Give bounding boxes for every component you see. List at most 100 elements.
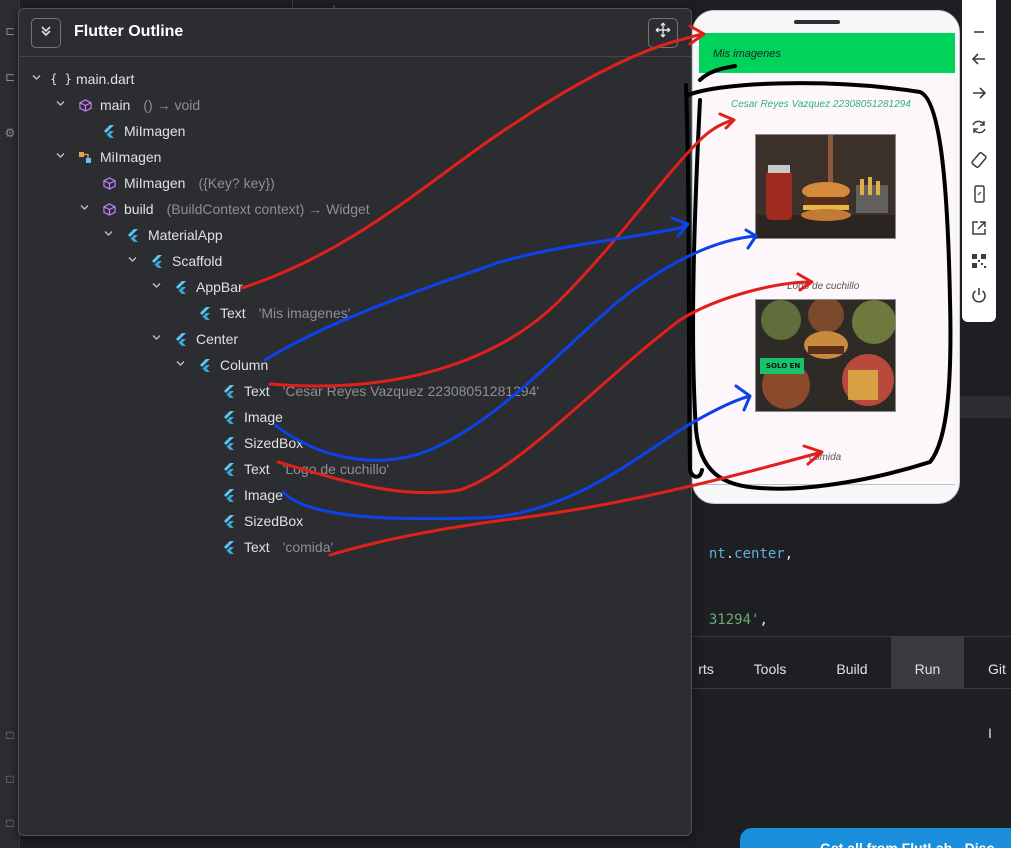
promo-text: Get all from FlutLab - Disc	[820, 840, 995, 848]
outline-tree-row[interactable]: MiImagen	[53, 144, 161, 170]
outline-header: Flutter Outline	[19, 9, 691, 57]
bottom-tool-tabs: rts Tools Build Run Git I	[692, 636, 1011, 741]
food-caption-text: comida	[809, 452, 842, 463]
flutter-widget-icon	[221, 383, 237, 399]
tree-node-name: Center	[196, 331, 239, 347]
outline-tree-row[interactable]: Scaffold	[125, 248, 222, 274]
outline-tree-row[interactable]: MiImagen	[77, 118, 185, 144]
flutter-widget-icon	[221, 461, 237, 477]
chevron-down-icon[interactable]	[149, 332, 163, 346]
power-icon[interactable]	[969, 285, 989, 305]
tree-node-name: build	[124, 201, 154, 217]
method-cube-icon	[77, 97, 93, 113]
tree-node-name: Scaffold	[172, 253, 223, 269]
outline-tree-row[interactable]: SizedBox	[197, 508, 303, 534]
flutter-widget-icon	[149, 253, 165, 269]
app-screen[interactable]: Mis imagenes Cesar Reyes Vazquez 2230805…	[699, 33, 955, 485]
flutter-widget-icon	[173, 331, 189, 347]
outline-tree-row[interactable]: Column	[173, 352, 268, 378]
chevron-down-icon[interactable]	[149, 280, 163, 294]
toolbar-icon[interactable]: □	[3, 816, 17, 830]
tree-node-detail: () → void	[143, 97, 201, 113]
tab-run[interactable]: Run	[891, 637, 964, 689]
outline-tree-row[interactable]: Text 'Mis imagenes'	[173, 300, 350, 326]
chevron-down-icon[interactable]	[53, 150, 67, 164]
badge-text: SOLO EN	[766, 362, 800, 370]
app-bar-title: Mis imagenes	[713, 48, 781, 60]
code-line: nt.center,	[708, 546, 794, 562]
burger-image	[755, 134, 896, 239]
outline-tree-row[interactable]: SizedBox	[197, 430, 303, 456]
tree-node-name: MaterialApp	[148, 227, 223, 243]
phone-icon[interactable]	[969, 184, 989, 204]
tree-node-name: MiImagen	[124, 175, 186, 191]
double-chevron-down-icon[interactable]	[31, 18, 61, 48]
tab-build[interactable]: Build	[822, 637, 882, 689]
toolbar-icon[interactable]: □	[3, 772, 17, 786]
flutter-outline-panel: Flutter Outline { } main.dart main () → voi…	[18, 8, 692, 836]
tree-node-name: main	[100, 97, 131, 113]
minimize-icon[interactable]	[969, 22, 989, 42]
rotate-device-icon[interactable]	[969, 150, 989, 170]
emulator-toolbar	[962, 0, 996, 322]
move-arrows-icon[interactable]	[648, 18, 678, 48]
rotate-icon[interactable]	[969, 117, 989, 137]
app-bar: Mis imagenes	[699, 33, 955, 73]
chevron-down-icon[interactable]	[101, 228, 115, 242]
food-image: SOLO EN	[755, 299, 896, 412]
chevron-down-icon[interactable]	[77, 202, 91, 216]
tree-node-name: SizedBox	[244, 513, 304, 529]
toolbar-icon[interactable]: □	[3, 728, 17, 742]
method-cube-icon	[101, 175, 117, 191]
back-arrow-icon[interactable]	[969, 49, 989, 69]
tree-node-name: Text	[244, 383, 270, 399]
tree-node-name: MiImagen	[100, 149, 162, 165]
outline-tree-row[interactable]: Text 'comida'	[197, 534, 333, 560]
promo-banner[interactable]: Get all from FlutLab - Disc	[740, 828, 1011, 848]
tab-tools[interactable]: Tools	[740, 637, 800, 689]
outline-tree-row[interactable]: MaterialApp	[101, 222, 223, 248]
outline-tree-row[interactable]: Text 'Cesar Reyes Vazquez 22308051281294'	[197, 378, 539, 404]
phone-speaker	[794, 20, 840, 24]
tree-node-name: Image	[244, 487, 283, 503]
dart-file-icon: { }	[50, 72, 72, 86]
toolbar-icon[interactable]: ⊏	[3, 70, 17, 84]
flutter-widget-icon	[221, 409, 237, 425]
flutter-widget-icon	[221, 435, 237, 451]
toolbar-icon[interactable]: ⚙	[3, 126, 17, 140]
qr-code-icon[interactable]	[969, 251, 989, 271]
ide-tool-strip: ⊏ ⊏ ⚙ □ □ □	[0, 0, 20, 848]
logo-caption-text: Logo de cuchillo	[787, 281, 860, 292]
tree-node-name: Text	[244, 461, 270, 477]
tree-node-detail: 'Logo de cuchillo'	[282, 461, 390, 477]
chevron-down-icon[interactable]	[53, 98, 67, 112]
chevron-down-icon[interactable]	[125, 254, 139, 268]
open-external-icon[interactable]	[969, 218, 989, 238]
chevron-down-icon[interactable]	[173, 358, 187, 372]
tab-git[interactable]: Git I	[975, 637, 1011, 741]
outline-tree-row[interactable]: Text 'Logo de cuchillo'	[197, 456, 389, 482]
tree-node-detail: (BuildContext context) → Widget	[166, 201, 370, 217]
class-icon	[77, 149, 93, 165]
outline-title: Flutter Outline	[74, 23, 184, 40]
chevron-down-icon[interactable]	[29, 72, 43, 86]
flutter-widget-icon	[173, 279, 189, 295]
toolbar-icon[interactable]: ⊏	[3, 24, 17, 38]
outline-tree-row[interactable]: Image	[197, 404, 283, 430]
outline-tree-row[interactable]: AppBar	[149, 274, 243, 300]
code-line: 31294',	[708, 612, 768, 628]
flutter-widget-icon	[221, 487, 237, 503]
divider	[692, 688, 1011, 689]
tab-partial[interactable]: rts	[692, 637, 720, 689]
tree-node-name: AppBar	[196, 279, 243, 295]
outline-tree-row[interactable]: { } main.dart	[29, 66, 134, 92]
forward-arrow-icon[interactable]	[969, 83, 989, 103]
flutter-widget-icon	[221, 539, 237, 555]
outline-tree-row[interactable]: MiImagen ({Key? key})	[77, 170, 275, 196]
outline-tree-row[interactable]: Image	[197, 482, 283, 508]
outline-tree-row[interactable]: main () → void	[53, 92, 200, 118]
outline-tree-row[interactable]: Center	[149, 326, 238, 352]
outline-tree-row[interactable]: build (BuildContext context) → Widget	[77, 196, 370, 222]
tree-node-name: Text	[220, 305, 246, 321]
tree-node-detail: ({Key? key})	[198, 175, 275, 191]
